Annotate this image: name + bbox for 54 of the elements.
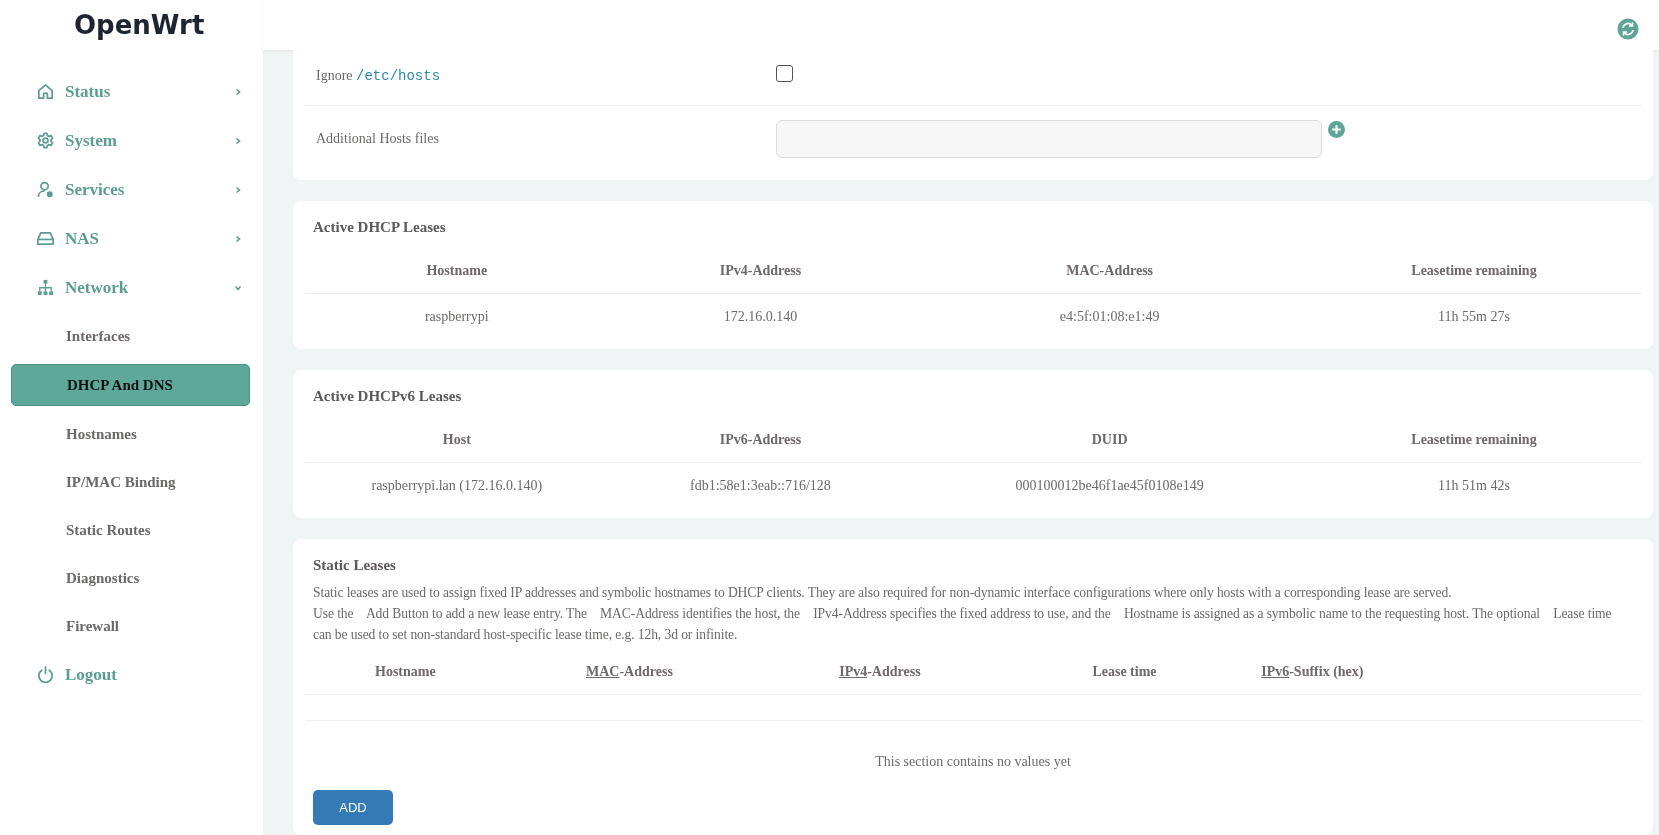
column-header: Host xyxy=(441,431,472,448)
gear-icon xyxy=(36,131,55,150)
table-cell-text: fdb1:58e1:3eab::716/128 xyxy=(689,477,832,494)
column-header: DUID xyxy=(1090,431,1129,448)
sidebar-item[interactable]: Status xyxy=(0,67,263,116)
column-header: Hostname xyxy=(375,663,437,680)
column-header: IPv6-Address xyxy=(718,431,803,448)
section-title: Active DHCP Leases xyxy=(313,219,447,236)
column-header: Lease time xyxy=(1092,663,1158,680)
table-cell-text: 11h 51m 42s xyxy=(1437,477,1511,494)
section-title: Active DHCPv6 Leases xyxy=(313,388,463,405)
sidebar-subitem[interactable]: DHCP And DNS xyxy=(11,364,250,406)
description-text: Static leases are used to assign fixed IP addresses and symbolic hostnames to DHCP clients. They are also required for non-dynamic interface configurations where only hosts with a corresponding lease are served. xyxy=(313,584,1453,602)
field-label: Ignore /etc/hosts xyxy=(316,68,442,84)
sidebar-subitem[interactable]: Hostnames xyxy=(11,414,250,454)
table-cell-text: raspberrypi xyxy=(423,308,490,325)
column-header: MAC-Address xyxy=(1065,262,1155,279)
sidebar-item[interactable]: Network xyxy=(0,263,263,312)
column-header: IPv6-Suffix (hex) xyxy=(1261,663,1365,680)
home-icon xyxy=(36,82,55,101)
column-header: Leasetime remaining xyxy=(1410,431,1538,448)
power-icon xyxy=(36,665,55,684)
table-cell-text: raspberrypi.lan (172.16.0.140) xyxy=(370,477,544,494)
user-icon xyxy=(36,180,55,199)
drive-icon xyxy=(36,229,55,248)
field-label: Additional Hosts files xyxy=(316,131,440,147)
column-header: IPv4-Address xyxy=(839,663,922,680)
brand-logo: OpenWrt xyxy=(73,9,206,42)
sidebar-subitem[interactable]: Firewall xyxy=(11,606,250,646)
refresh-icon[interactable] xyxy=(1617,18,1639,40)
input-field[interactable] xyxy=(776,120,1322,158)
empty-message: This section contains no values yet xyxy=(874,753,1072,771)
sidebar-subitem[interactable]: Diagnostics xyxy=(11,558,250,598)
sidebar-item[interactable]: System xyxy=(0,116,263,165)
column-header: Hostname xyxy=(425,262,489,279)
sidebar-subitem[interactable]: Interfaces xyxy=(11,316,250,356)
sidebar-subitem[interactable]: Static Routes xyxy=(11,510,250,550)
table-cell-text: 172.16.0.140 xyxy=(722,308,799,325)
column-header: Leasetime remaining xyxy=(1410,262,1538,279)
column-header: MAC-Address xyxy=(586,663,674,680)
logout-item[interactable]: Logout xyxy=(0,650,263,699)
checkbox[interactable] xyxy=(776,64,793,82)
add-button[interactable]: ADD xyxy=(313,790,393,825)
network-icon xyxy=(36,278,55,297)
sidebar-item[interactable]: Services xyxy=(0,165,263,214)
table-cell-text: 000100012be46f1ae45f0108e149 xyxy=(1014,477,1205,494)
table-cell-text: 11h 55m 27s xyxy=(1437,308,1511,325)
add-icon[interactable] xyxy=(1328,120,1345,138)
section-title: Static Leases xyxy=(313,557,397,574)
table-cell-text: e4:5f:01:08:e1:49 xyxy=(1058,308,1161,325)
sidebar-subitem[interactable]: IP/MAC Binding xyxy=(11,462,250,502)
description-text: Use the Add Button to add a new lease entry. The MAC-Address identifies the host, the IPv4-Address specifies the fixed address to use, and the Hostname is assigned as a symbolic name to the requesting host. The optional Lease time can be used to set non-standard host-specific lease time, e.g. 12h, 3d or infinite. xyxy=(313,605,1613,644)
column-header: IPv4-Address xyxy=(718,262,803,279)
sidebar-item[interactable]: NAS xyxy=(0,214,263,263)
